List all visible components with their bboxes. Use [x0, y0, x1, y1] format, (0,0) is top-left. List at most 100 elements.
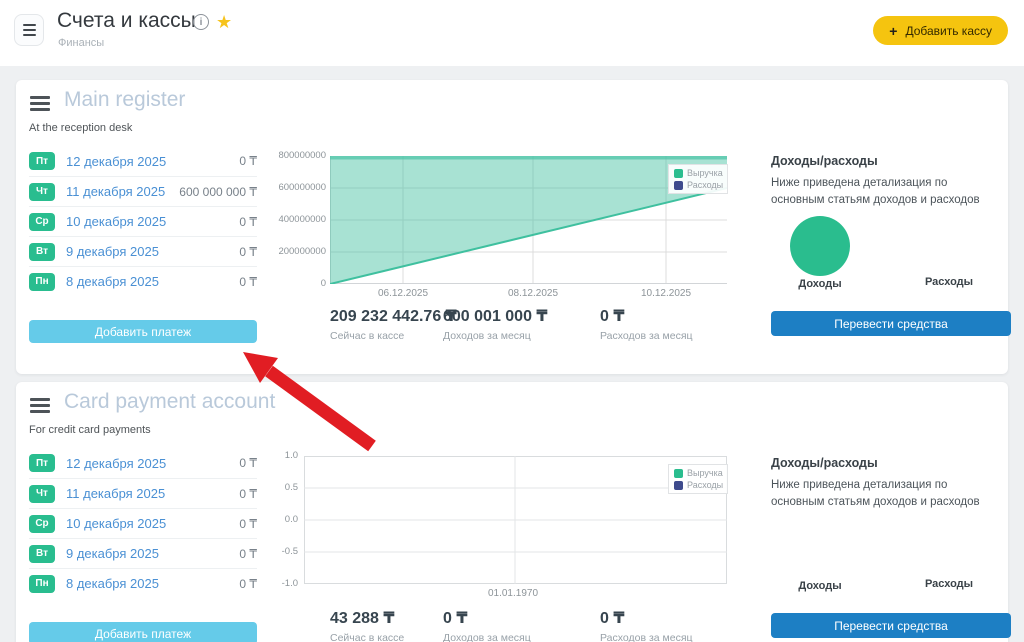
- list-item[interactable]: Вт 9 декабря 2025 0 ₸: [29, 236, 257, 266]
- month-expense-value: 0 ₸: [600, 608, 624, 628]
- day-amount: 0 ₸: [239, 215, 257, 229]
- day-amount: 0 ₸: [239, 245, 257, 259]
- date-link[interactable]: 11 декабря 2025: [66, 486, 165, 501]
- expense-label: Расходы: [916, 276, 982, 288]
- list-item[interactable]: Вт 9 декабря 2025 0 ₸: [29, 538, 257, 568]
- page-title: Счета и кассы: [57, 9, 196, 33]
- account-title[interactable]: Card payment account: [64, 390, 275, 414]
- y-axis-tick: -0.5: [238, 547, 298, 557]
- y-axis-tick: 0: [266, 279, 326, 289]
- x-axis-tick: 01.01.1970: [478, 588, 548, 599]
- daily-balance-list: Пт 12 декабря 2025 0 ₸ Чт 11 декабря 202…: [29, 146, 257, 296]
- date-link[interactable]: 10 декабря 2025: [66, 516, 166, 531]
- weekday-badge: Пн: [29, 575, 55, 593]
- x-axis-tick: 10.12.2025: [631, 288, 701, 299]
- income-expense-heading: Доходы/расходы: [771, 154, 878, 168]
- date-link[interactable]: 11 декабря 2025: [66, 184, 165, 199]
- day-amount: 0 ₸: [239, 275, 257, 289]
- date-link[interactable]: 8 декабря 2025: [66, 576, 159, 591]
- weekday-badge: Чт: [29, 485, 55, 503]
- hamburger-menu-button[interactable]: [14, 14, 44, 46]
- day-amount: 0 ₸: [239, 154, 257, 168]
- x-axis-tick: 06.12.2025: [368, 288, 438, 299]
- card-menu-button[interactable]: [30, 398, 50, 413]
- add-cashbox-button[interactable]: + Добавить кассу: [873, 16, 1008, 45]
- date-link[interactable]: 12 декабря 2025: [66, 154, 166, 169]
- legend-label: Выручка: [687, 468, 723, 478]
- list-item[interactable]: Пн 8 декабря 2025 0 ₸: [29, 568, 257, 598]
- month-expense-label: Расходов за месяц: [600, 330, 693, 342]
- weekday-badge: Ср: [29, 515, 55, 533]
- x-axis-tick: 08.12.2025: [498, 288, 568, 299]
- add-payment-button[interactable]: Добавить платеж: [29, 320, 257, 343]
- cash-now-label: Сейчас в кассе: [330, 632, 404, 642]
- account-subtitle: At the reception desk: [29, 122, 132, 134]
- legend-swatch-revenue: [674, 469, 683, 478]
- daily-balance-list: Пт 12 декабря 2025 0 ₸ Чт 11 декабря 202…: [29, 448, 257, 598]
- y-axis-tick: 600000000: [266, 183, 326, 193]
- weekday-badge: Ср: [29, 213, 55, 231]
- account-card-card-payment: Card payment account For credit card pay…: [16, 382, 1008, 642]
- weekday-badge: Пн: [29, 273, 55, 291]
- date-link[interactable]: 10 декабря 2025: [66, 214, 166, 229]
- weekday-badge: Пт: [29, 152, 55, 170]
- month-expense-label: Расходов за месяц: [600, 632, 693, 642]
- month-expense-value: 0 ₸: [600, 306, 624, 326]
- legend-swatch-expense: [674, 181, 683, 190]
- y-axis-tick: 400000000: [266, 215, 326, 225]
- list-item[interactable]: Чт 11 декабря 2025 600 000 000 ₸: [29, 176, 257, 206]
- income-expense-description: Ниже приведена детализация по основным с…: [771, 175, 1003, 208]
- cash-now-value: 43 288 ₸: [330, 608, 395, 628]
- legend-label: Расходы: [687, 180, 723, 190]
- y-axis-tick: 0.0: [238, 515, 298, 525]
- add-payment-button[interactable]: Добавить платеж: [29, 622, 257, 642]
- income-label: Доходы: [787, 278, 853, 290]
- y-axis-tick: -1.0: [238, 579, 298, 589]
- account-card-main-register: Main register At the reception desk Пт 1…: [16, 80, 1008, 374]
- list-item[interactable]: Чт 11 декабря 2025 0 ₸: [29, 478, 257, 508]
- list-item[interactable]: Пт 12 декабря 2025 0 ₸: [29, 448, 257, 478]
- date-link[interactable]: 9 декабря 2025: [66, 244, 159, 259]
- card-menu-button[interactable]: [30, 96, 50, 111]
- legend-label: Выручка: [687, 168, 723, 178]
- y-axis-tick: 800000000: [266, 151, 326, 161]
- legend-swatch-revenue: [674, 169, 683, 178]
- breadcrumb: Финансы: [58, 37, 104, 49]
- income-expense-heading: Доходы/расходы: [771, 456, 878, 470]
- month-income-value: 0 ₸: [443, 608, 467, 628]
- income-expense-description: Ниже приведена детализация по основным с…: [771, 477, 1003, 510]
- day-amount: 600 000 000 ₸: [179, 185, 257, 199]
- weekday-badge: Вт: [29, 545, 55, 563]
- legend-label: Расходы: [687, 480, 723, 490]
- favorite-star-icon[interactable]: ★: [216, 14, 232, 30]
- transfer-funds-button[interactable]: Перевести средства: [771, 311, 1011, 336]
- cash-now-label: Сейчас в кассе: [330, 330, 404, 342]
- list-item[interactable]: Пт 12 декабря 2025 0 ₸: [29, 146, 257, 176]
- info-icon[interactable]: i: [193, 14, 209, 30]
- list-item[interactable]: Пн 8 декабря 2025 0 ₸: [29, 266, 257, 296]
- transfer-funds-button[interactable]: Перевести средства: [771, 613, 1011, 638]
- weekday-badge: Чт: [29, 183, 55, 201]
- plus-icon: +: [889, 23, 897, 39]
- chart-legend: Выручка Расходы: [668, 164, 728, 194]
- top-header: Счета и кассы i ★ Финансы + Добавить кас…: [0, 0, 1024, 66]
- income-pie-chart: [790, 216, 850, 276]
- weekday-badge: Пт: [29, 454, 55, 472]
- date-link[interactable]: 8 декабря 2025: [66, 274, 159, 289]
- legend-swatch-expense: [674, 481, 683, 490]
- month-income-value: 600 001 000 ₸: [443, 306, 548, 326]
- y-axis-tick: 1.0: [238, 451, 298, 461]
- account-title[interactable]: Main register: [64, 88, 185, 112]
- account-subtitle: For credit card payments: [29, 424, 151, 436]
- list-item[interactable]: Ср 10 декабря 2025 0 ₸: [29, 508, 257, 538]
- month-income-label: Доходов за месяц: [443, 330, 531, 342]
- income-label: Доходы: [787, 580, 853, 592]
- add-cashbox-label: Добавить кассу: [905, 24, 992, 38]
- empty-area-chart: [304, 456, 727, 584]
- list-item[interactable]: Ср 10 декабря 2025 0 ₸: [29, 206, 257, 236]
- chart-legend: Выручка Расходы: [668, 464, 728, 494]
- date-link[interactable]: 9 декабря 2025: [66, 546, 159, 561]
- expense-label: Расходы: [916, 578, 982, 590]
- date-link[interactable]: 12 декабря 2025: [66, 456, 166, 471]
- y-axis-tick: 200000000: [266, 247, 326, 257]
